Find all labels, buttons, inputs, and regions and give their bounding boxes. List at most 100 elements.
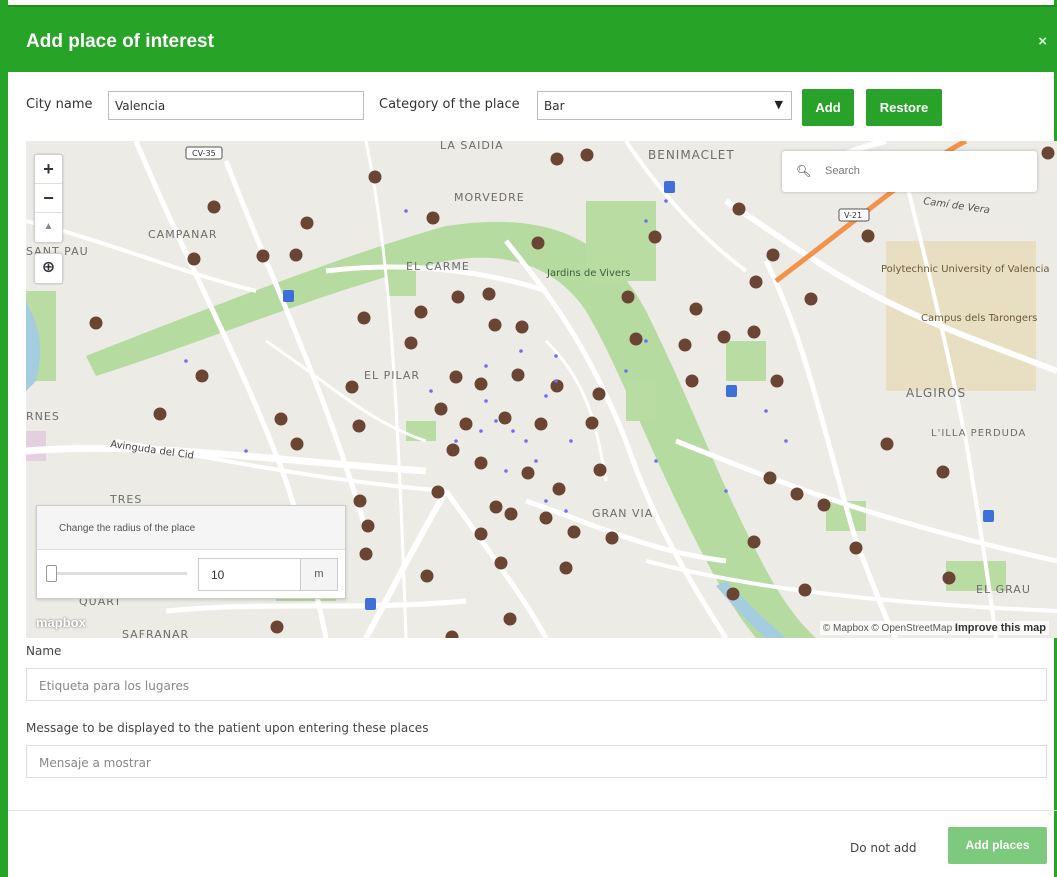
bar-marker[interactable] xyxy=(300,216,314,230)
bar-marker[interactable] xyxy=(559,561,573,575)
bar-marker[interactable] xyxy=(352,419,366,433)
bar-marker[interactable] xyxy=(449,370,463,384)
bar-marker[interactable] xyxy=(685,374,699,388)
mapbox-logo[interactable]: mapbox xyxy=(36,615,86,630)
bar-marker[interactable] xyxy=(817,498,831,512)
bar-marker[interactable] xyxy=(420,569,434,583)
bar-marker[interactable] xyxy=(621,290,635,304)
bar-marker[interactable] xyxy=(474,377,488,391)
geolocate-icon[interactable]: ⊕ xyxy=(35,254,62,283)
bar-marker[interactable] xyxy=(187,252,201,266)
bar-marker[interactable] xyxy=(747,325,761,339)
compass-button[interactable]: ▲ xyxy=(35,213,62,242)
bar-marker[interactable] xyxy=(648,230,662,244)
category-select[interactable]: Bar ▼ xyxy=(537,91,792,120)
bar-marker[interactable] xyxy=(861,229,875,243)
radius-slider-handle[interactable] xyxy=(46,565,57,582)
bar-marker[interactable] xyxy=(404,336,418,350)
bar-marker[interactable] xyxy=(368,170,382,184)
bar-marker[interactable] xyxy=(770,374,784,388)
do-not-add-button[interactable]: Do not add xyxy=(850,841,916,855)
radius-input[interactable]: 10 xyxy=(198,558,301,591)
bar-marker[interactable] xyxy=(290,437,304,451)
map-search[interactable]: 🔍︎ Search xyxy=(782,151,1037,192)
bar-marker[interactable] xyxy=(942,571,956,585)
bar-marker[interactable] xyxy=(717,330,731,344)
bar-marker[interactable] xyxy=(534,417,548,431)
bar-marker[interactable] xyxy=(732,202,746,216)
bar-marker[interactable] xyxy=(498,411,512,425)
bar-marker[interactable] xyxy=(880,437,894,451)
message-input[interactable]: Mensaje a mostrar xyxy=(26,745,1047,778)
radius-slider-track[interactable] xyxy=(51,572,187,575)
bar-marker[interactable] xyxy=(567,525,581,539)
bar-marker[interactable] xyxy=(434,402,448,416)
bar-marker[interactable] xyxy=(629,332,643,346)
bar-marker[interactable] xyxy=(357,311,371,325)
zoom-out-button[interactable]: − xyxy=(35,184,62,213)
restore-button[interactable]: Restore xyxy=(866,89,942,126)
bar-marker[interactable] xyxy=(747,535,761,549)
bar-marker[interactable] xyxy=(153,407,167,421)
bar-marker[interactable] xyxy=(511,368,525,382)
map-view[interactable]: LA SAIDIA BENIMACLET MORVEDRE CAMPANAR S… xyxy=(26,141,1057,638)
zoom-in-button[interactable]: + xyxy=(35,155,62,184)
bar-marker[interactable] xyxy=(504,507,518,521)
bar-marker[interactable] xyxy=(798,583,812,597)
bar-marker[interactable] xyxy=(451,290,465,304)
bar-marker[interactable] xyxy=(474,527,488,541)
bar-marker[interactable] xyxy=(359,547,373,561)
bar-marker[interactable] xyxy=(936,465,950,479)
bar-marker[interactable] xyxy=(804,292,818,306)
close-icon[interactable]: × xyxy=(1038,33,1047,50)
bar-marker[interactable] xyxy=(414,305,428,319)
improve-map-link[interactable]: Improve this map xyxy=(955,622,1046,634)
bar-marker[interactable] xyxy=(580,148,594,162)
bar-marker[interactable] xyxy=(494,556,508,570)
bar-marker[interactable] xyxy=(488,318,502,332)
bar-marker[interactable] xyxy=(489,500,503,514)
name-input[interactable]: Etiqueta para los lugares xyxy=(26,668,1047,701)
bar-marker[interactable] xyxy=(207,200,221,214)
bar-marker[interactable] xyxy=(539,511,553,525)
bar-marker[interactable] xyxy=(531,236,545,250)
bar-marker[interactable] xyxy=(482,287,496,301)
bar-marker[interactable] xyxy=(446,443,460,457)
bar-marker[interactable] xyxy=(515,320,529,334)
bar-marker[interactable] xyxy=(849,541,863,555)
poi-dot xyxy=(244,449,248,453)
attribution-text[interactable]: © Mapbox © OpenStreetMap xyxy=(823,623,952,634)
bar-marker[interactable] xyxy=(790,487,804,501)
bar-marker[interactable] xyxy=(503,612,517,626)
bar-marker[interactable] xyxy=(763,471,777,485)
bar-marker[interactable] xyxy=(361,519,375,533)
bar-marker[interactable] xyxy=(353,494,367,508)
bar-marker[interactable] xyxy=(726,587,740,601)
bar-marker[interactable] xyxy=(459,417,473,431)
bar-marker[interactable] xyxy=(593,463,607,477)
bar-marker[interactable] xyxy=(521,466,535,480)
add-places-button[interactable]: Add places xyxy=(948,827,1047,864)
bar-marker[interactable] xyxy=(1041,146,1055,160)
bar-marker[interactable] xyxy=(592,387,606,401)
bar-marker[interactable] xyxy=(678,338,692,352)
bar-marker[interactable] xyxy=(256,249,270,263)
bar-marker[interactable] xyxy=(195,369,209,383)
city-input[interactable]: Valencia xyxy=(108,91,364,120)
bar-marker[interactable] xyxy=(431,485,445,499)
bar-marker[interactable] xyxy=(426,211,440,225)
bar-marker[interactable] xyxy=(274,412,288,426)
bar-marker[interactable] xyxy=(585,416,599,430)
bar-marker[interactable] xyxy=(766,248,780,262)
bar-marker[interactable] xyxy=(345,380,359,394)
bar-marker[interactable] xyxy=(89,316,103,330)
bar-marker[interactable] xyxy=(605,531,619,545)
bar-marker[interactable] xyxy=(552,482,566,496)
bar-marker[interactable] xyxy=(270,620,284,634)
bar-marker[interactable] xyxy=(289,248,303,262)
bar-marker[interactable] xyxy=(749,275,763,289)
add-button[interactable]: Add xyxy=(802,89,854,126)
bar-marker[interactable] xyxy=(689,302,703,316)
bar-marker[interactable] xyxy=(550,152,564,166)
bar-marker[interactable] xyxy=(474,456,488,470)
